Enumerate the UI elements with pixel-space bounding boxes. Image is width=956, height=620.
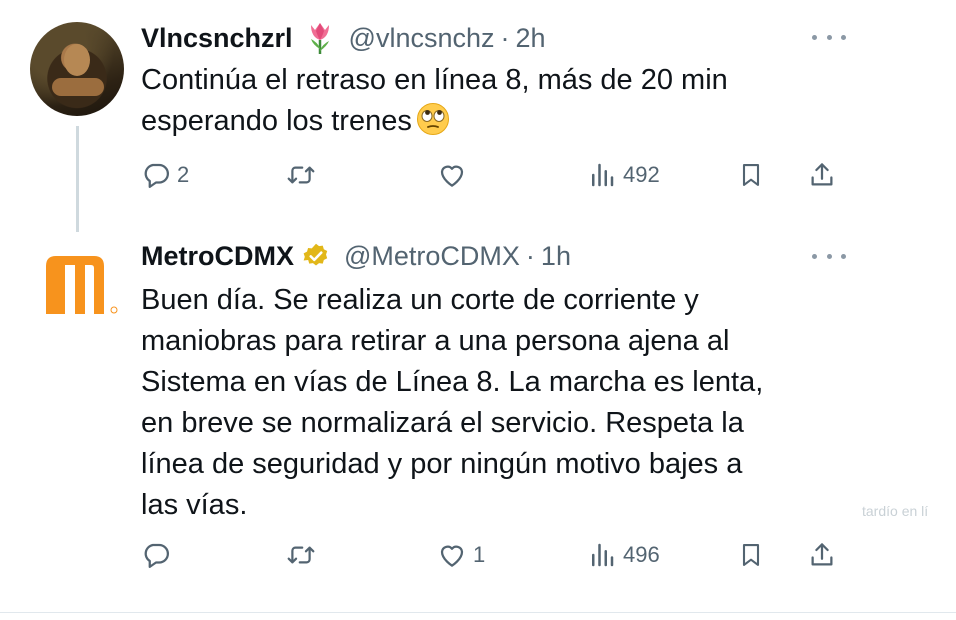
tweet-vlncsnchz[interactable]: Vlncsnchzrl @vlncsnchz · 2h Continúa el …	[0, 0, 860, 232]
reply-button[interactable]: 2	[141, 158, 189, 192]
gold-verified-badge-icon	[302, 242, 330, 270]
handle[interactable]: @vlncsnchz	[349, 23, 495, 54]
bookmark-icon	[742, 164, 760, 186]
views-icon	[592, 163, 614, 187]
retweet-icon	[287, 546, 315, 564]
like-button[interactable]: 1	[437, 538, 485, 572]
reply-icon	[144, 543, 169, 568]
views-icon	[592, 543, 614, 567]
retweet-button[interactable]	[285, 158, 323, 192]
rolling-eyes-emoji-icon	[416, 102, 450, 136]
avatar[interactable]	[30, 22, 124, 116]
reply-count: 2	[177, 162, 190, 187]
tweet-header-2: MetroCDMX @MetroCDMX · 1h	[141, 239, 571, 273]
views-count: 496	[623, 542, 660, 567]
separator-dot: ·	[500, 22, 510, 53]
separator-dot-2: ·	[525, 240, 535, 271]
bookmark-button[interactable]	[737, 538, 765, 572]
metro-logo-avatar[interactable]	[44, 252, 120, 316]
tweet-thread: Vlncsnchzrl @vlncsnchz · 2h Continúa el …	[0, 0, 956, 620]
tweet-text-line-1: Continúa el retraso en línea 8, más de 2…	[141, 64, 728, 96]
tweet-actions-2: 1 496	[141, 538, 851, 572]
like-icon	[440, 545, 464, 567]
reply-icon	[144, 163, 169, 188]
like-button[interactable]	[437, 158, 473, 192]
like-count: 1	[473, 542, 486, 567]
avatar-face	[64, 44, 90, 76]
display-name-2[interactable]: MetroCDMX	[141, 241, 294, 272]
tweet-actions: 2 492	[141, 158, 851, 192]
share-icon	[811, 163, 833, 186]
avatar-hands	[52, 78, 104, 96]
background-text-fragment: tardío en lí	[862, 503, 929, 519]
thread-connector-line	[76, 126, 79, 232]
views-button[interactable]: 492	[587, 158, 660, 192]
tulip-emoji-icon	[305, 21, 335, 55]
like-icon	[440, 165, 464, 187]
share-button[interactable]	[807, 538, 837, 572]
reply-button[interactable]	[141, 538, 177, 572]
views-count: 492	[623, 162, 660, 187]
divider	[0, 612, 956, 613]
share-button[interactable]	[807, 158, 837, 192]
handle-2[interactable]: @MetroCDMX	[344, 241, 520, 272]
retweet-button[interactable]	[285, 538, 323, 572]
tweet-text-line-2: esperando los trenes	[141, 105, 412, 137]
bookmark-button[interactable]	[737, 158, 765, 192]
timestamp-2[interactable]: 1h	[541, 241, 571, 272]
retweet-icon	[287, 166, 315, 184]
tweet-header: Vlncsnchzrl @vlncsnchz · 2h	[141, 21, 546, 55]
tweet-text-2: Buen día. Se realiza un corte de corrien…	[141, 284, 764, 521]
display-name[interactable]: Vlncsnchzrl	[141, 23, 293, 54]
bookmark-icon	[742, 544, 760, 566]
share-icon	[811, 543, 833, 566]
tweet-text: Continúa el retraso en línea 8, más de 2…	[141, 60, 831, 142]
timestamp[interactable]: 2h	[516, 23, 546, 54]
views-button[interactable]: 496	[587, 538, 660, 572]
more-icon[interactable]	[812, 32, 846, 42]
more-icon[interactable]	[812, 251, 846, 261]
